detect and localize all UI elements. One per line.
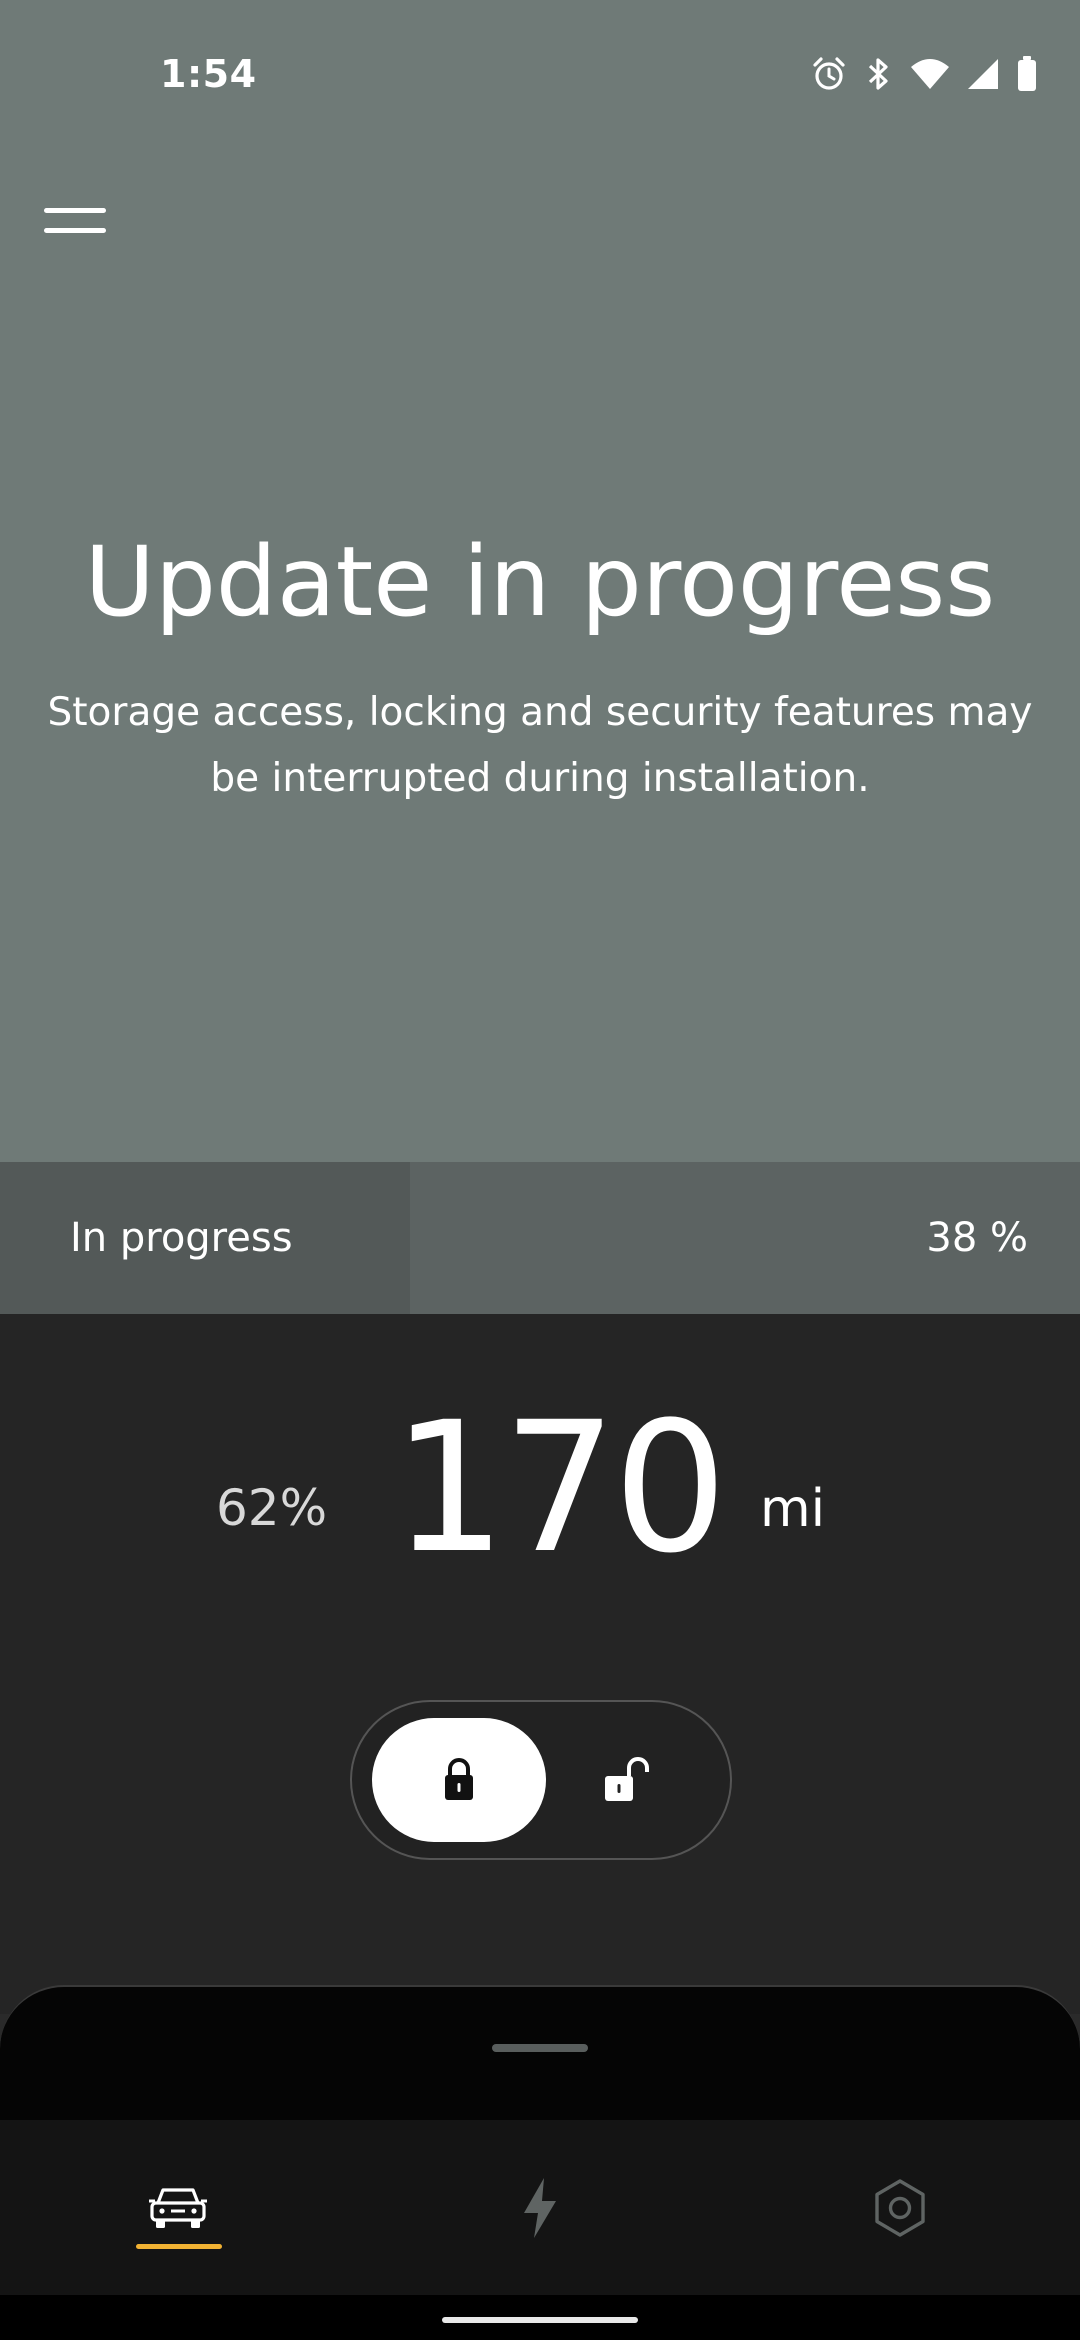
- vehicle-status-panel: 62% 170 mi: [0, 1314, 1080, 2014]
- lock-toggle: [350, 1700, 732, 1860]
- unlock-icon: [605, 1757, 649, 1801]
- menu-icon-line-bottom: [44, 228, 106, 233]
- bottom-sheet-handle[interactable]: [492, 2044, 588, 2052]
- app-root: 1:54 Update in progress Storage access, …: [0, 0, 1080, 2340]
- unlock-button[interactable]: [540, 1718, 714, 1842]
- status-time: 1:54: [160, 52, 257, 96]
- nav-active-indicator: [136, 2244, 222, 2249]
- hexagon-settings-icon: [875, 2178, 925, 2237]
- nav-tab-vehicle[interactable]: [78, 2120, 278, 2295]
- bottom-sheet: [0, 1985, 1080, 2127]
- battery-icon: [1018, 56, 1036, 91]
- battery-percent: 62%: [216, 1479, 328, 1537]
- menu-icon-line-top: [44, 208, 106, 213]
- wifi-icon: [911, 59, 949, 89]
- update-progress-percent: 38 %: [926, 1215, 1028, 1261]
- page-title: Update in progress: [84, 526, 996, 638]
- car-icon: [149, 2187, 207, 2228]
- update-description: Storage access, locking and security fea…: [47, 690, 1033, 801]
- alarm-icon: [813, 57, 845, 90]
- menu-button[interactable]: [44, 200, 108, 244]
- status-bar: 1:54: [0, 0, 1080, 150]
- lightning-bolt-icon: [524, 2177, 556, 2238]
- home-gesture-bar[interactable]: [442, 2317, 638, 2323]
- gesture-navigation-area: [0, 2295, 1080, 2340]
- lock-button[interactable]: [372, 1718, 546, 1842]
- nav-tab-settings[interactable]: [800, 2120, 1000, 2295]
- update-progress-bar: In progress 38 %: [0, 1162, 1080, 1314]
- status-icons: [810, 54, 1038, 94]
- cellular-signal-icon: [968, 59, 998, 89]
- nav-tab-charging[interactable]: [440, 2120, 640, 2295]
- range-unit: mi: [760, 1479, 826, 1539]
- range-value: 170: [392, 1384, 728, 1593]
- bluetooth-icon: [868, 58, 888, 90]
- update-hero: 1:54 Update in progress Storage access, …: [0, 0, 1080, 1162]
- update-progress-label: In progress: [70, 1215, 293, 1261]
- lock-icon: [445, 1758, 473, 1800]
- bottom-navigation: [0, 2120, 1080, 2295]
